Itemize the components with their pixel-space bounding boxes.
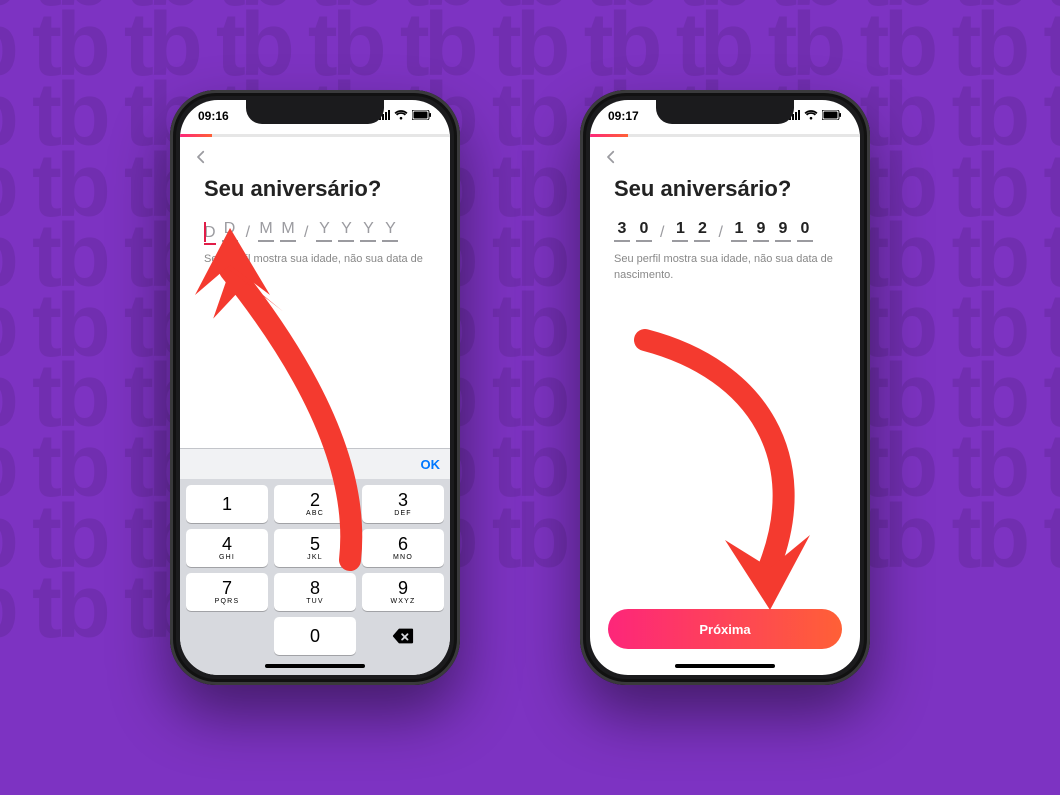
progress-bar (590, 134, 860, 137)
phone-notch (246, 100, 384, 124)
bg-pattern: tb tb tb tb tb tb tb tb tb tb tb tb tb t… (0, 0, 1060, 795)
date-slot-d2[interactable]: D (222, 220, 238, 242)
phone-notch (656, 100, 794, 124)
date-separator: / (716, 224, 724, 242)
date-slot-y3[interactable]: 9 (775, 220, 791, 242)
date-slot-m1[interactable]: M (258, 220, 274, 242)
page-title: Seu aniversário? (204, 176, 426, 202)
date-input[interactable]: D D / M M / Y Y Y Y (204, 220, 426, 242)
nav-bar (590, 142, 860, 172)
date-slot-m1[interactable]: 1 (672, 220, 688, 242)
keyboard-done-button[interactable]: OK (421, 457, 441, 472)
page-subtitle: Seu perfil mostra sua idade, não sua dat… (614, 252, 836, 284)
date-slot-d1[interactable]: 3 (614, 220, 630, 242)
key-7[interactable]: 7PQRS (186, 573, 268, 611)
text-cursor (204, 222, 206, 242)
date-slot-m2[interactable]: M (280, 220, 296, 242)
phone-screen: 09:16 Seu aniversário? (180, 100, 450, 675)
phone-screen: 09:17 Seu aniversário? 3 (590, 100, 860, 675)
key-6[interactable]: 6MNO (362, 529, 444, 567)
date-separator: / (244, 224, 252, 242)
numeric-keyboard: OK 1 2ABC 3DEF 4GHI 5JKL 6MNO 7PQRS 8TUV… (180, 448, 450, 675)
key-2[interactable]: 2ABC (274, 485, 356, 523)
date-slot-y4[interactable]: 0 (797, 220, 813, 242)
progress-bar (180, 134, 450, 137)
key-1[interactable]: 1 (186, 485, 268, 523)
nav-bar (180, 142, 450, 172)
key-empty (186, 617, 268, 655)
progress-fill (590, 134, 628, 137)
date-slot-y3[interactable]: Y (360, 220, 376, 242)
next-button-label: Próxima (699, 622, 750, 637)
back-icon[interactable] (192, 148, 210, 166)
battery-icon (822, 109, 842, 123)
date-slot-m2[interactable]: 2 (694, 220, 710, 242)
phone-mockup-right: 09:17 Seu aniversário? 3 (580, 90, 870, 685)
key-4[interactable]: 4GHI (186, 529, 268, 567)
key-0[interactable]: 0 (274, 617, 356, 655)
status-time: 09:17 (608, 109, 639, 123)
battery-icon (412, 109, 432, 123)
wifi-icon (394, 109, 408, 123)
date-slot-y1[interactable]: 1 (731, 220, 747, 242)
home-indicator[interactable] (675, 664, 775, 668)
key-3[interactable]: 3DEF (362, 485, 444, 523)
date-slot-y2[interactable]: Y (338, 220, 354, 242)
date-separator: / (302, 224, 310, 242)
wifi-icon (804, 109, 818, 123)
page-subtitle: Seu perfil mostra sua idade, não sua dat… (204, 252, 426, 268)
key-5[interactable]: 5JKL (274, 529, 356, 567)
home-indicator[interactable] (265, 664, 365, 668)
date-separator: / (658, 224, 666, 242)
keyboard-toolbar: OK (180, 449, 450, 479)
date-input-filled[interactable]: 3 0 / 1 2 / 1 9 9 0 (614, 220, 836, 242)
tutorial-background: tb tb tb tb tb tb tb tb tb tb tb tb tb t… (0, 0, 1060, 795)
key-8[interactable]: 8TUV (274, 573, 356, 611)
page-title: Seu aniversário? (614, 176, 836, 202)
date-slot-d1[interactable]: D (204, 224, 216, 245)
next-button[interactable]: Próxima (608, 609, 842, 649)
key-9[interactable]: 9WXYZ (362, 573, 444, 611)
date-slot-y2[interactable]: 9 (753, 220, 769, 242)
progress-fill (180, 134, 212, 137)
date-slot-y4[interactable]: Y (382, 220, 398, 242)
phone-mockup-left: 09:16 Seu aniversário? (170, 90, 460, 685)
date-slot-y1[interactable]: Y (316, 220, 332, 242)
status-time: 09:16 (198, 109, 229, 123)
key-backspace[interactable] (362, 617, 444, 655)
back-icon[interactable] (602, 148, 620, 166)
date-slot-d2[interactable]: 0 (636, 220, 652, 242)
